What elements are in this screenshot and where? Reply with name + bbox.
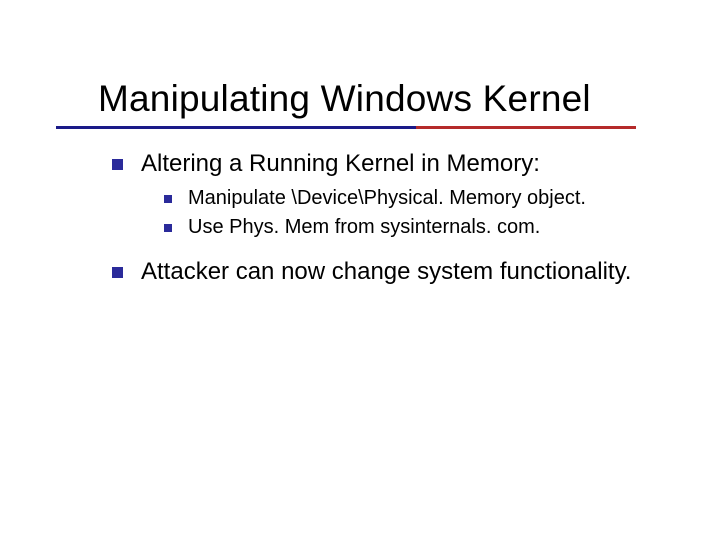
bullet-level2: Manipulate \Device\Physical. Memory obje… — [164, 185, 660, 212]
bullet-text: Attacker can now change system functiona… — [141, 257, 660, 287]
bullet-level1: Altering a Running Kernel in Memory: — [112, 149, 660, 179]
bullet-level2: Use Phys. Mem from sysinternals. com. — [164, 214, 660, 241]
slide: Manipulating Windows Kernel Altering a R… — [0, 0, 720, 540]
bullet-text: Manipulate \Device\Physical. Memory obje… — [188, 185, 660, 212]
square-bullet-icon — [112, 159, 123, 170]
square-bullet-icon — [164, 195, 172, 203]
bullet-text: Altering a Running Kernel in Memory: — [141, 149, 660, 179]
square-bullet-icon — [112, 267, 123, 278]
slide-title: Manipulating Windows Kernel — [98, 78, 660, 120]
bullet-level1: Attacker can now change system functiona… — [112, 257, 660, 287]
bullet-text: Use Phys. Mem from sysinternals. com. — [188, 214, 660, 241]
title-underline — [56, 126, 636, 129]
slide-body: Altering a Running Kernel in Memory: Man… — [98, 149, 660, 287]
square-bullet-icon — [164, 224, 172, 232]
sub-bullet-group: Manipulate \Device\Physical. Memory obje… — [164, 185, 660, 241]
